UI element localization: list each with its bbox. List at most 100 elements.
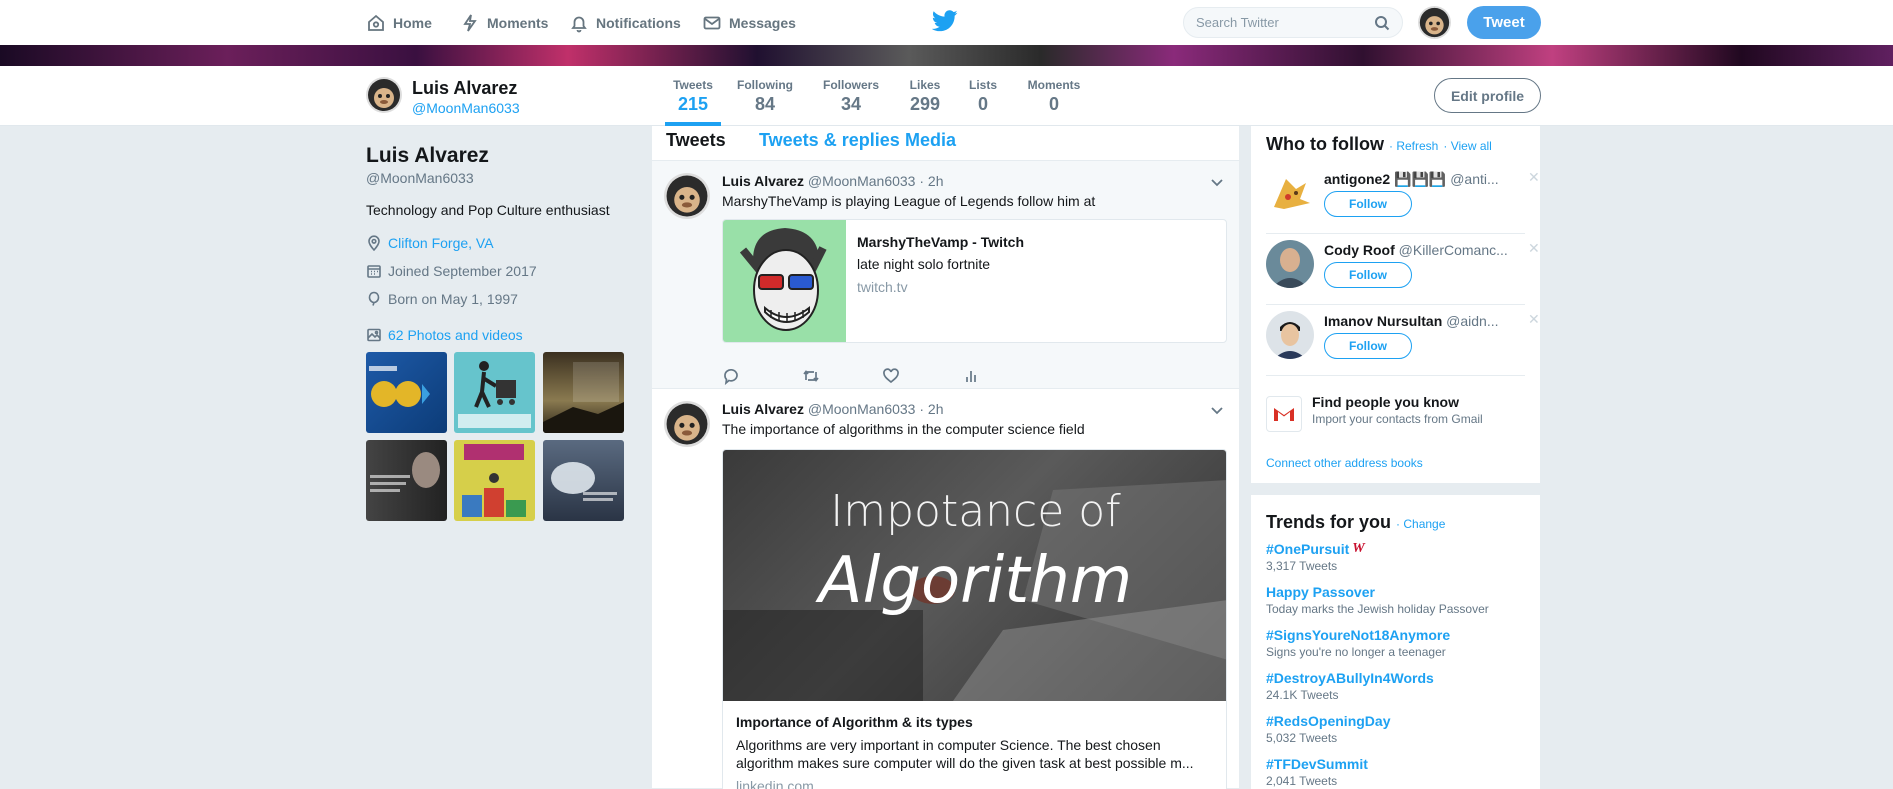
dismiss-icon[interactable]: ✕ [1528, 240, 1540, 257]
reply-icon [724, 368, 738, 385]
suggestion-name[interactable]: Imanov Nursultan @aidn... [1324, 313, 1519, 329]
who-to-follow-heading: Who to follow [1266, 134, 1384, 154]
avatar[interactable] [664, 173, 710, 219]
follow-button[interactable]: Follow [1324, 262, 1412, 288]
trend-item[interactable]: #DestroyABullyIn4Words 24.1K Tweets [1266, 670, 1434, 702]
find-people[interactable]: Find people you know Import your contact… [1266, 390, 1525, 438]
stat-followers[interactable]: Followers 34 [821, 78, 881, 115]
nav-home[interactable]: Home [366, 0, 432, 45]
tab-tweets-replies[interactable]: Tweets & replies [759, 130, 900, 151]
tweet-author-handle: @MoonMan6033 [807, 401, 916, 417]
avatar[interactable] [1266, 311, 1314, 359]
suggestion-display-name: Cody Roof [1324, 242, 1395, 258]
chevron-down-icon[interactable] [1210, 178, 1224, 188]
trend-item[interactable]: #RedsOpeningDay 5,032 Tweets [1266, 713, 1390, 745]
nav-notifications[interactable]: Notifications [569, 0, 681, 45]
born-label: Born on May 1, 1997 [388, 291, 518, 307]
card-description: Algorithms are very important in compute… [736, 737, 1194, 771]
tweet[interactable]: Luis Alvarez @MoonMan6033 · 2h MarshyThe… [652, 161, 1239, 389]
timeline-tabs: Tweets Tweets & replies Media [652, 126, 1239, 161]
media-thumbnail[interactable] [366, 352, 447, 433]
tab-media[interactable]: Media [905, 130, 956, 151]
change-trends-link[interactable]: · Change [1396, 517, 1445, 531]
trend-subtitle: 3,317 Tweets [1266, 559, 1338, 573]
suggestion-name[interactable]: antigone2 💾💾💾 @anti... [1324, 171, 1519, 188]
avatar[interactable] [664, 401, 710, 447]
lightning-icon [463, 14, 477, 32]
media-thumbnail[interactable] [543, 440, 624, 521]
envelope-icon [703, 16, 721, 29]
profile-handle[interactable]: @MoonMan6033 [412, 100, 520, 116]
joined-label: Joined September 2017 [388, 263, 537, 279]
dismiss-icon[interactable]: ✕ [1528, 169, 1540, 186]
photos-videos-label: 62 Photos and videos [388, 327, 523, 343]
dismiss-icon[interactable]: ✕ [1528, 311, 1540, 328]
tweet-button[interactable]: Tweet [1467, 6, 1541, 39]
timeline: Tweets Tweets & replies Media Luis Alvar… [652, 126, 1239, 789]
tweet-actions [722, 366, 1042, 386]
link-card[interactable]: MarshyTheVamp - Twitch late night solo f… [722, 219, 1227, 343]
tweet-header: Luis Alvarez @MoonMan6033 · 2h [722, 401, 944, 417]
media-thumbnail[interactable] [454, 440, 535, 521]
tweet-timestamp[interactable]: · 2h [919, 173, 943, 189]
connect-address-books-link[interactable]: Connect other address books [1266, 456, 1423, 470]
refresh-link[interactable]: · Refresh [1389, 139, 1438, 153]
view-all-link[interactable]: · View all [1443, 139, 1491, 153]
stat-tweets[interactable]: Tweets 215 [665, 78, 721, 115]
find-people-title: Find people you know [1312, 394, 1459, 410]
like-button[interactable] [882, 366, 962, 386]
trend-subtitle: 24.1K Tweets [1266, 688, 1339, 702]
stat-moments[interactable]: Moments 0 [1024, 78, 1084, 115]
nav-moments[interactable]: Moments [460, 0, 548, 45]
stat-label: Lists [968, 78, 997, 92]
card-title: MarshyTheVamp - Twitch [857, 234, 1024, 250]
analytics-button[interactable] [962, 366, 1042, 386]
search-input[interactable]: Search Twitter [1183, 7, 1403, 38]
stat-lists[interactable]: Lists 0 [968, 78, 998, 115]
avatar[interactable] [366, 77, 402, 113]
card-image-line1: Impotance of [830, 486, 1121, 537]
sidebar-location[interactable]: Clifton Forge, VA [366, 235, 494, 251]
reply-button[interactable] [722, 366, 802, 386]
stat-value: 299 [909, 94, 941, 114]
follow-button[interactable]: Follow [1324, 191, 1412, 217]
avatar[interactable] [1266, 240, 1314, 288]
trend-name: #RedsOpeningDay [1266, 713, 1391, 729]
tab-tweets[interactable]: Tweets [666, 130, 726, 151]
media-thumbnail[interactable] [543, 352, 624, 433]
media-thumbnail[interactable] [454, 352, 535, 433]
avatar[interactable] [1266, 169, 1314, 217]
suggestion-handle: @KillerComanc... [1398, 242, 1508, 258]
suggestion-name[interactable]: Cody Roof @KillerComanc... [1324, 242, 1519, 258]
stat-following[interactable]: Following 84 [736, 78, 794, 115]
trend-name: #SignsYoureNot18Anymore [1266, 627, 1451, 643]
tweet-author-name[interactable]: Luis Alvarez [722, 173, 804, 189]
trend-item[interactable]: #OnePursuit W 3,317 Tweets [1266, 541, 1365, 573]
nav-notifications-label: Notifications [596, 14, 681, 31]
trend-name: Happy Passover [1266, 584, 1375, 600]
trend-item[interactable]: Happy Passover Today marks the Jewish ho… [1266, 584, 1489, 616]
tweet-author-handle: @MoonMan6033 [807, 173, 916, 189]
nav-messages[interactable]: Messages [702, 0, 796, 45]
tweet-timestamp[interactable]: · 2h [919, 401, 943, 417]
stat-value: 215 [677, 94, 709, 114]
gmail-icon [1266, 396, 1302, 432]
twitter-bird-icon[interactable] [932, 10, 958, 32]
suggestion-display-name: Imanov Nursultan [1324, 313, 1443, 329]
link-card[interactable]: Impotance of Algorithm Importance of Alg… [722, 449, 1227, 789]
stat-value: 0 [1048, 94, 1059, 114]
tweet[interactable]: Luis Alvarez @MoonMan6033 · 2h The impor… [652, 389, 1239, 789]
trend-item[interactable]: #SignsYoureNot18Anymore Signs you're no … [1266, 627, 1450, 659]
follow-button[interactable]: Follow [1324, 333, 1412, 359]
stat-value: 84 [754, 94, 776, 114]
media-thumbnail[interactable] [366, 440, 447, 521]
edit-profile-button[interactable]: Edit profile [1434, 78, 1541, 113]
avatar[interactable] [1418, 6, 1451, 39]
chevron-down-icon[interactable] [1210, 406, 1224, 416]
trend-item[interactable]: #TFDevSummit 2,041 Tweets [1266, 756, 1368, 788]
card-url: twitch.tv [857, 279, 908, 295]
photos-videos-link[interactable]: 62 Photos and videos [366, 327, 523, 343]
tweet-author-name[interactable]: Luis Alvarez [722, 401, 804, 417]
stat-likes[interactable]: Likes 299 [906, 78, 944, 115]
retweet-button[interactable] [802, 366, 882, 386]
